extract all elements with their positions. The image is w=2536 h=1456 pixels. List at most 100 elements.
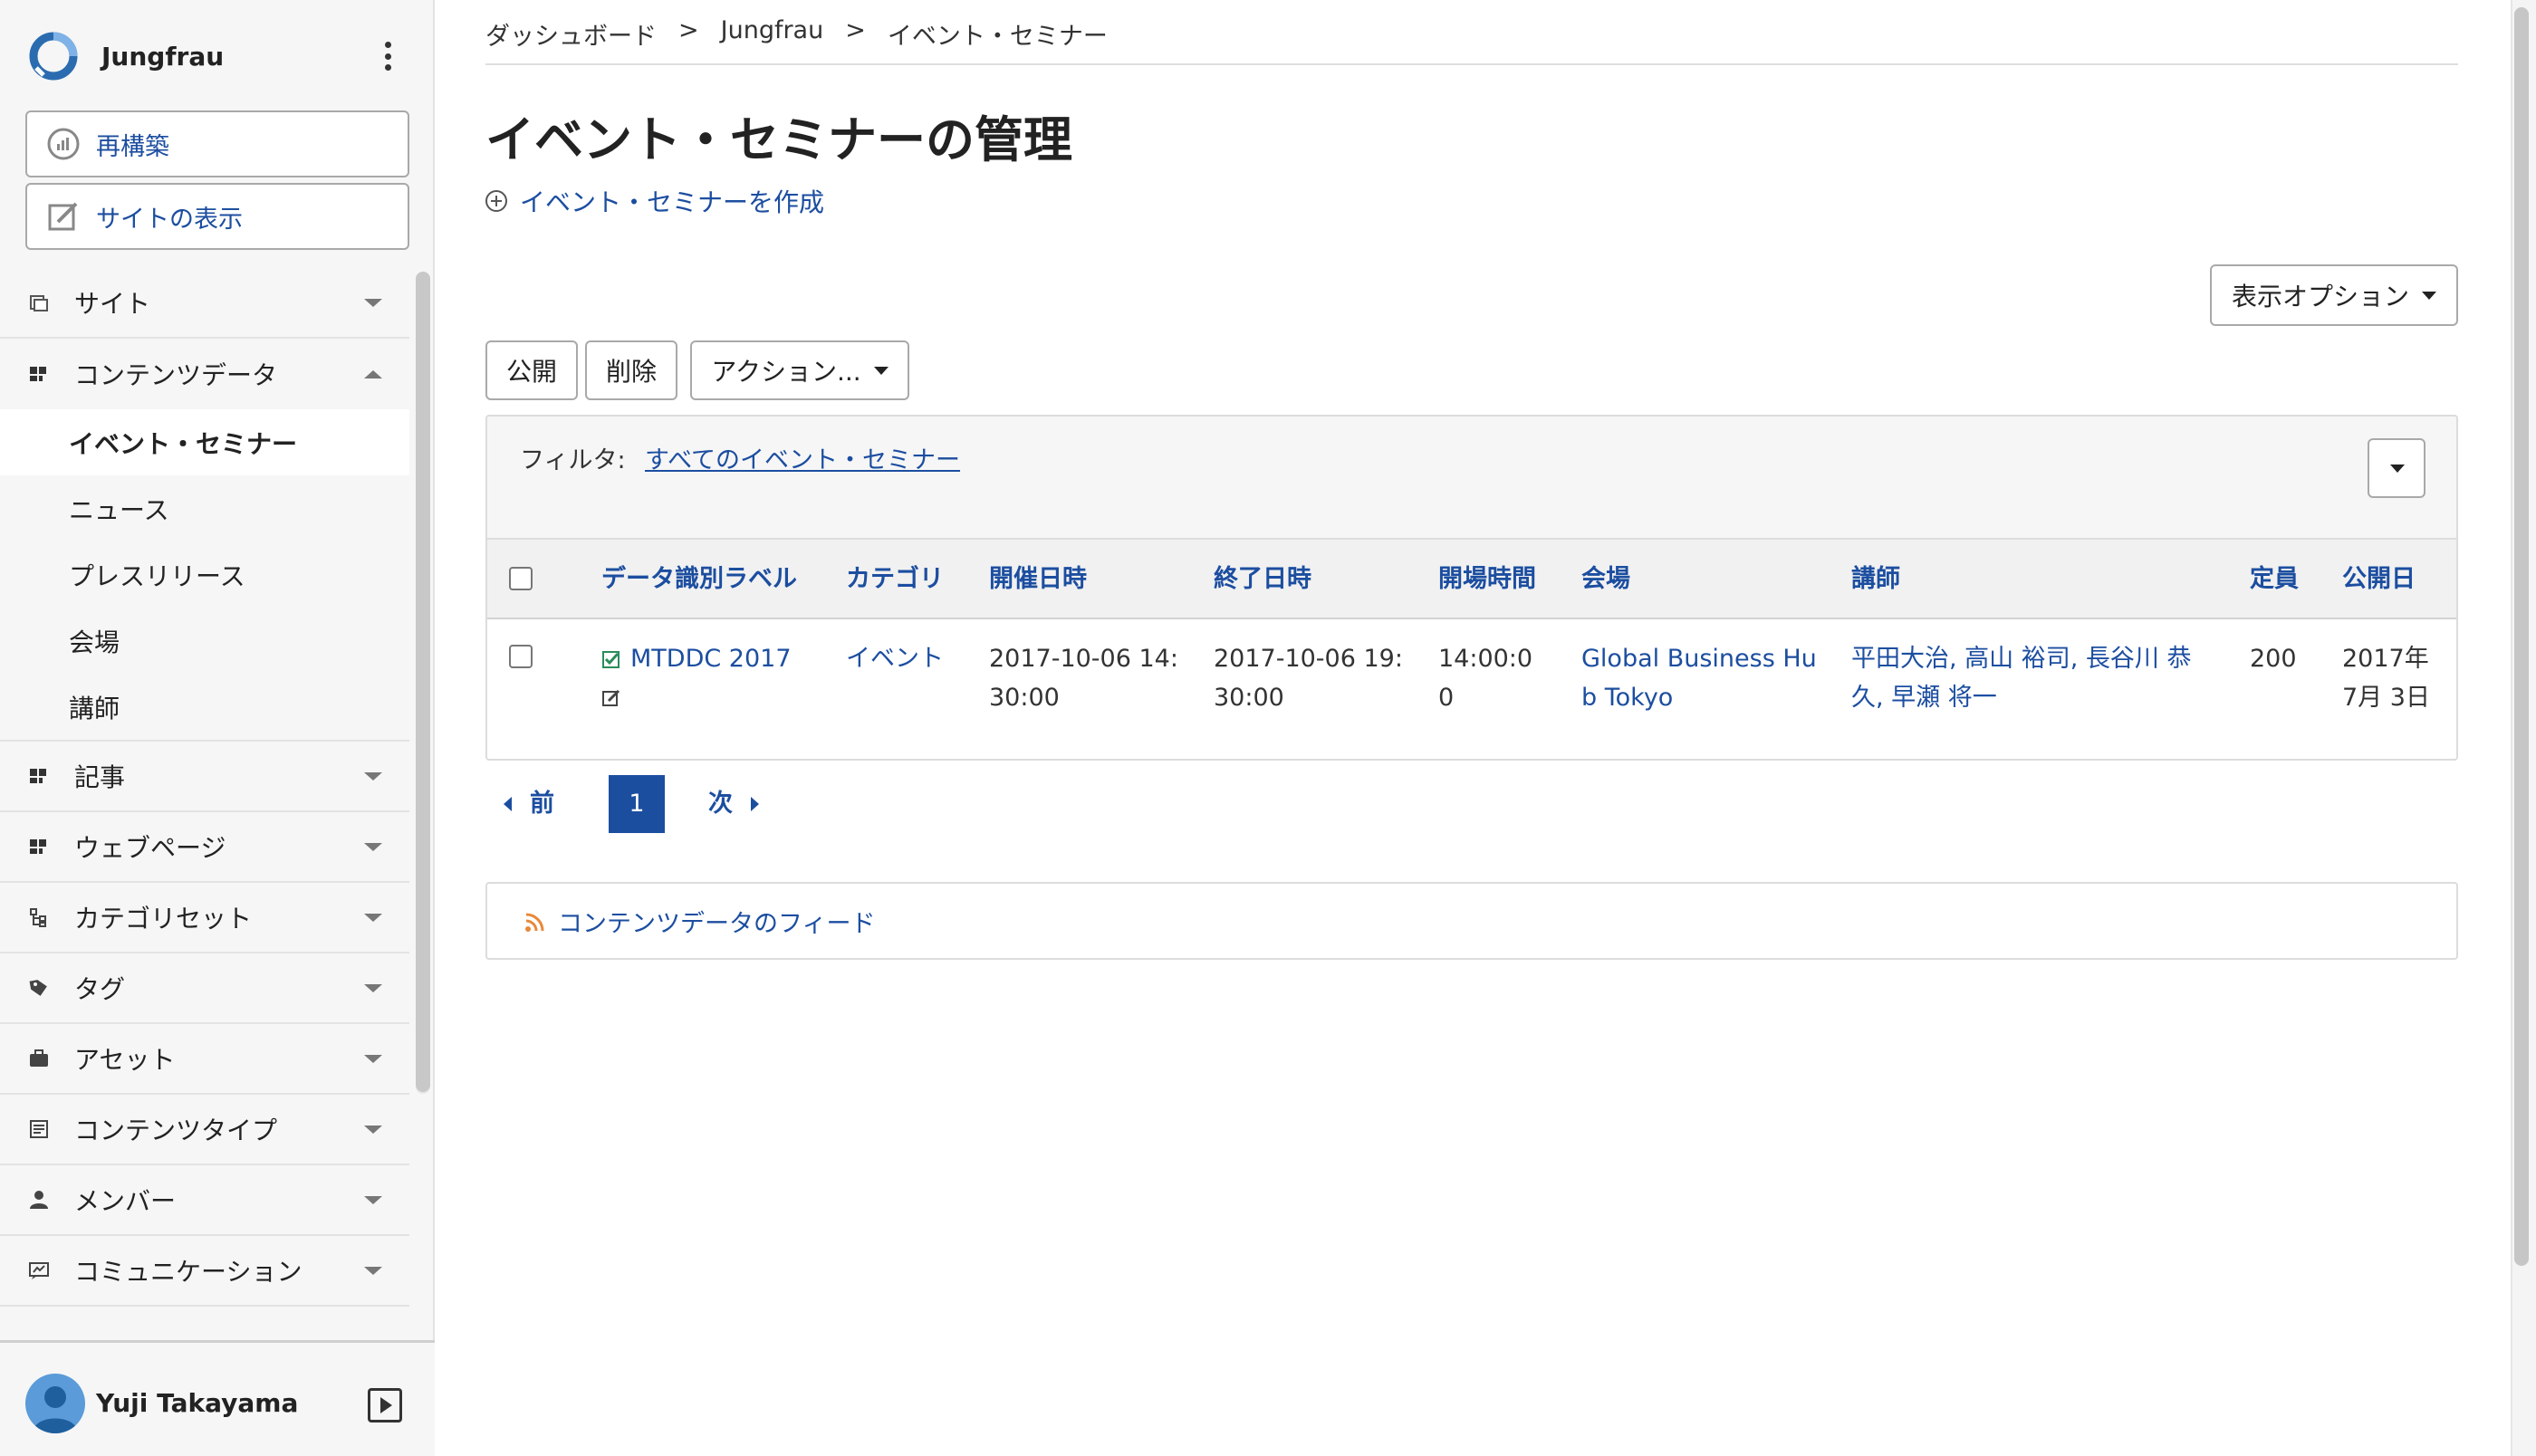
cell-label: MTDDC 2017 bbox=[601, 639, 837, 717]
view-site-icon bbox=[48, 202, 78, 231]
sidebar-scrollbar[interactable] bbox=[416, 272, 430, 1092]
sidebar-subitem-events[interactable]: イベント・セミナー bbox=[0, 409, 409, 475]
column-end[interactable]: 終了日時 bbox=[1214, 540, 1311, 619]
cell-end-line1: 2017-10-06 19: bbox=[1214, 645, 1403, 673]
feed-link[interactable]: コンテンツデータのフィード bbox=[524, 904, 875, 939]
sidebar-subitem-news[interactable]: ニュース bbox=[0, 475, 409, 541]
chevron-down-icon bbox=[364, 914, 382, 922]
publish-label: 公開 bbox=[505, 357, 557, 387]
cell-category[interactable]: イベント bbox=[846, 639, 982, 678]
filter-bar: フィルタ: すべてのイベント・セミナー bbox=[487, 417, 2456, 540]
column-venue[interactable]: 会場 bbox=[1581, 540, 1630, 619]
entries-icon bbox=[27, 764, 51, 788]
cell-published-line1: 2017年 bbox=[2342, 645, 2429, 673]
pagination-prev[interactable]: 前 bbox=[504, 775, 554, 833]
delete-button[interactable]: 削除 bbox=[585, 340, 677, 400]
sidebar-item-site[interactable]: サイト bbox=[0, 268, 409, 339]
chevron-left-icon bbox=[504, 797, 512, 811]
actions-dropdown-button[interactable]: アクション... bbox=[690, 340, 909, 400]
breadcrumb-separator: > bbox=[845, 16, 866, 44]
page-scrollbar[interactable] bbox=[2514, 7, 2529, 1266]
content-type-icon bbox=[27, 1117, 51, 1141]
cell-open: 14:00:0 0 bbox=[1438, 639, 1574, 717]
column-speakers[interactable]: 講師 bbox=[1851, 540, 1900, 619]
site-menu-icon[interactable] bbox=[371, 38, 404, 74]
cell-venue-line1: Global Business Hu bbox=[1581, 645, 1817, 673]
view-site-button[interactable]: サイトの表示 bbox=[25, 183, 409, 250]
rebuild-icon bbox=[47, 128, 80, 160]
play-icon[interactable] bbox=[368, 1388, 402, 1422]
filter-value-link[interactable]: すべてのイベント・セミナー bbox=[645, 440, 960, 475]
category-set-icon bbox=[27, 905, 51, 929]
sidebar-item-label: サイト bbox=[74, 289, 151, 319]
avatar[interactable] bbox=[25, 1374, 85, 1433]
cell-published-line2: 7月 3日 bbox=[2342, 684, 2430, 712]
cell-venue-line2: b Tokyo bbox=[1581, 684, 1674, 712]
cell-capacity: 200 bbox=[2250, 645, 2297, 673]
site-name: Jungfrau bbox=[101, 41, 225, 72]
breadcrumb-current: イベント・セミナー bbox=[887, 23, 1108, 51]
sidebar-item-content-types[interactable]: コンテンツタイプ bbox=[0, 1095, 409, 1165]
main-content: ダッシュボード > Jungfrau > イベント・セミナー イベント・セミナー… bbox=[485, 0, 2458, 1456]
pagination-page-1[interactable]: 1 bbox=[609, 775, 665, 833]
sidebar-item-entries[interactable]: 記事 bbox=[0, 742, 409, 812]
sidebar-item-category-set[interactable]: カテゴリセット bbox=[0, 883, 409, 953]
cell-speakers-line2: 久, 早瀬 将一 bbox=[1851, 684, 1997, 712]
sidebar: Jungfrau 再構築 サイトの表示 サイト コンテンツデータ イベント・セミ… bbox=[0, 0, 435, 1456]
sidebar-nav: サイト コンテンツデータ イベント・セミナー ニュース プレスリリース 会場 講… bbox=[0, 268, 409, 1320]
chevron-down-icon bbox=[364, 984, 382, 992]
breadcrumb-dashboard[interactable]: ダッシュボード bbox=[485, 16, 657, 52]
sidebar-item-tags[interactable]: タグ bbox=[0, 953, 409, 1024]
cell-speakers[interactable]: 平田大治, 高山 裕司, 長谷川 恭 久, 早瀬 将一 bbox=[1851, 639, 2241, 717]
user-bar: Yuji Takayama bbox=[0, 1340, 435, 1456]
delete-label: 削除 bbox=[605, 357, 657, 387]
publish-button[interactable]: 公開 bbox=[485, 340, 578, 400]
filter-toggle-button[interactable] bbox=[2368, 438, 2426, 498]
column-label[interactable]: データ識別ラベル bbox=[601, 540, 797, 619]
create-event-label: イベント・セミナーを作成 bbox=[520, 187, 825, 217]
column-open[interactable]: 開場時間 bbox=[1438, 540, 1536, 619]
column-start[interactable]: 開催日時 bbox=[989, 540, 1087, 619]
sidebar-subitem-press[interactable]: プレスリリース bbox=[0, 541, 409, 608]
sidebar-subitem-speaker[interactable]: 講師 bbox=[0, 674, 409, 740]
chevron-down-icon bbox=[364, 843, 382, 851]
user-name[interactable]: Yuji Takayama bbox=[96, 1388, 298, 1418]
filter-label: フィルタ: bbox=[520, 446, 626, 474]
cell-end: 2017-10-06 19: 30:00 bbox=[1214, 639, 1431, 717]
row-checkbox[interactable] bbox=[509, 645, 533, 668]
site-icon bbox=[27, 291, 51, 314]
create-event-link[interactable]: イベント・セミナーを作成 bbox=[485, 183, 824, 219]
cell-start: 2017-10-06 14: 30:00 bbox=[989, 639, 1206, 717]
sidebar-item-content-data[interactable]: コンテンツデータ bbox=[0, 339, 409, 409]
select-all-checkbox[interactable] bbox=[509, 567, 533, 590]
chevron-up-icon bbox=[364, 370, 382, 378]
column-published[interactable]: 公開日 bbox=[2342, 540, 2416, 619]
sidebar-item-webpages[interactable]: ウェブページ bbox=[0, 812, 409, 883]
sidebar-item-members[interactable]: メンバー bbox=[0, 1165, 409, 1236]
rebuild-button[interactable]: 再構築 bbox=[25, 110, 409, 177]
sidebar-item-communication[interactable]: コミュニケーション bbox=[0, 1236, 409, 1307]
chevron-right-icon bbox=[751, 797, 759, 811]
edit-icon[interactable] bbox=[601, 688, 621, 708]
brand[interactable]: Jungfrau bbox=[25, 27, 224, 85]
breadcrumb-site[interactable]: Jungfrau bbox=[721, 16, 824, 52]
sidebar-item-label: アセット bbox=[74, 1045, 176, 1075]
sidebar-item-label: タグ bbox=[74, 974, 126, 1004]
column-capacity[interactable]: 定員 bbox=[2250, 540, 2299, 619]
sidebar-item-assets[interactable]: アセット bbox=[0, 1024, 409, 1095]
column-category[interactable]: カテゴリ bbox=[846, 540, 944, 619]
display-options-label: 表示オプション bbox=[2231, 282, 2409, 311]
sidebar-item-label: メンバー bbox=[74, 1186, 177, 1216]
cell-end-line2: 30:00 bbox=[1214, 684, 1284, 712]
content-data-submenu: イベント・セミナー ニュース プレスリリース 会場 講師 bbox=[0, 409, 409, 742]
pagination-next[interactable]: 次 bbox=[708, 775, 759, 833]
cell-speakers-line1: 平田大治, 高山 裕司, 長谷川 恭 bbox=[1851, 645, 2192, 673]
chevron-down-icon bbox=[364, 1055, 382, 1063]
sidebar-item-label: ウェブページ bbox=[74, 833, 226, 863]
assets-icon bbox=[27, 1047, 51, 1070]
row-label-link[interactable]: MTDDC 2017 bbox=[630, 645, 792, 673]
cell-venue[interactable]: Global Business Hu b Tokyo bbox=[1581, 639, 1844, 717]
tag-icon bbox=[27, 976, 51, 1000]
sidebar-subitem-venue[interactable]: 会場 bbox=[0, 608, 409, 674]
display-options-button[interactable]: 表示オプション bbox=[2210, 264, 2458, 326]
